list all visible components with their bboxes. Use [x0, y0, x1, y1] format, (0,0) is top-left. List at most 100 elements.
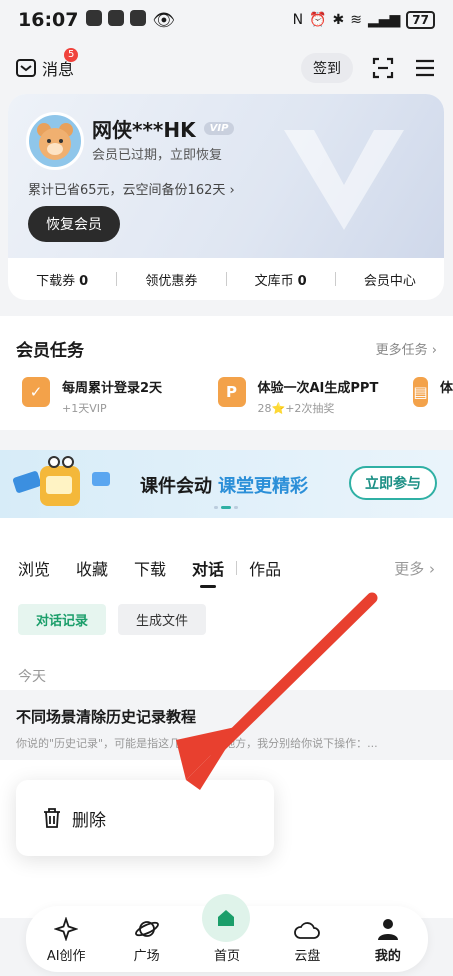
app-notification-icon	[130, 9, 147, 26]
status-time: 16:07	[18, 9, 79, 31]
carousel-indicator	[214, 506, 238, 509]
savings-summary[interactable]: 累计已省65元，云空间备份162天 ›	[28, 179, 235, 198]
bottom-nav: AI创作 广场 首页 云盘 我的	[26, 894, 428, 972]
ppt-icon: P	[217, 377, 246, 407]
tab-conversations[interactable]: 对话	[192, 556, 224, 588]
home-icon	[218, 910, 234, 926]
vip-tag: VIP	[203, 122, 235, 135]
menu-button[interactable]	[413, 56, 437, 80]
more-tasks-link[interactable]: 更多任务 ›	[376, 339, 437, 358]
status-bar: 16:07 👁 N ⏰ ✱ ≋ ▂▄▆ 77	[0, 0, 453, 40]
nav-cloud[interactable]: 云盘	[267, 919, 347, 964]
nav-plaza[interactable]: 广场	[106, 917, 186, 964]
tab-works[interactable]: 作品	[249, 556, 281, 580]
top-bar: 消息 5 签到	[0, 48, 453, 88]
nav-home[interactable]: 首页	[187, 894, 267, 964]
tab-downloads[interactable]: 下载	[134, 556, 166, 580]
join-now-button[interactable]: 立即参与	[349, 466, 437, 500]
history-tabs: 浏览 收藏 下载 对话 作品 更多 ›	[0, 518, 453, 588]
download-voucher-value: 0	[79, 273, 89, 289]
battery-icon: 77	[406, 11, 435, 29]
record-title: 不同场景清除历史记录教程	[16, 708, 197, 726]
record-snippet: 你说的"历史记录"，可能是指这几个不同的地方，我分别给你说下操作：...	[16, 737, 378, 750]
status-indicators: N ⏰ ✱ ≋ ▂▄▆ 77	[293, 11, 435, 29]
download-voucher-label: 下载券	[36, 273, 76, 289]
avatar[interactable]	[26, 112, 84, 170]
vip-watermark-icon	[284, 130, 404, 230]
banner-text-main: 课件会动	[140, 476, 212, 497]
history-section: 浏览 收藏 下载 对话 作品 更多 › 对话记录 生成文件	[0, 518, 453, 688]
scan-button[interactable]	[371, 56, 395, 80]
vip-card-header[interactable]: 网侠***HK VIP 会员已过期，立即恢复 累计已省65元，云空间备份162天…	[8, 94, 444, 258]
library-coin[interactable]: 文库币 0	[227, 270, 335, 289]
tab-favorites[interactable]: 收藏	[76, 556, 108, 580]
divider	[236, 561, 238, 575]
app-notification-icon	[108, 9, 125, 26]
alarm-icon: ⏰	[309, 12, 327, 28]
task-name: 体	[439, 381, 453, 396]
status-app-icons: 👁	[86, 9, 176, 31]
task-reward: 28⭐+2次抽奖	[257, 402, 335, 415]
banner-text: 课件会动 课堂更精彩	[140, 472, 308, 498]
promo-banner[interactable]: 课件会动 课堂更精彩 立即参与	[0, 450, 453, 518]
library-coin-value: 0	[297, 273, 307, 289]
carousel-dot-active	[221, 506, 231, 509]
task-item[interactable]: ▤ 体	[413, 377, 453, 416]
chip-chat-records[interactable]: 对话记录	[18, 604, 107, 635]
checkin-button[interactable]: 签到	[301, 53, 353, 83]
sparkle-icon	[54, 917, 79, 941]
mail-icon	[16, 59, 36, 77]
nav-label: 云盘	[294, 949, 321, 964]
username: 网侠***HK VIP	[92, 114, 235, 143]
nav-label: 首页	[214, 949, 241, 964]
app-notification-icon	[86, 9, 103, 26]
member-tasks-section: 会员任务 更多任务 › ✓ 每周累计登录2天 +1天VIP P 体验一次AI生成P…	[0, 316, 453, 430]
cloud-icon	[294, 922, 321, 939]
calendar-icon: ✓	[22, 377, 50, 407]
task-item[interactable]: P 体验一次AI生成PPT 28⭐+2次抽奖	[217, 377, 388, 416]
planet-icon	[134, 921, 159, 937]
library-coin-label: 文库币	[254, 273, 294, 289]
coupon-link[interactable]: 领优惠券	[117, 270, 225, 289]
wifi-icon: ≋	[350, 12, 362, 28]
document-icon: ▤	[413, 377, 428, 407]
chip-generated-files[interactable]: 生成文件	[118, 604, 207, 635]
trash-icon	[44, 808, 60, 828]
nav-mine[interactable]: 我的	[348, 917, 428, 964]
carousel-dot	[214, 506, 218, 509]
delete-menu-item[interactable]: 删除	[72, 806, 106, 831]
carousel-dot	[234, 506, 238, 509]
list-item[interactable]: 不同场景清除历史记录教程 你说的"历史记录"，可能是指这几个不同的地方，我分别给…	[0, 690, 453, 760]
messages-button[interactable]: 消息 5	[16, 48, 79, 80]
task-name: 每周累计登录2天	[62, 381, 163, 396]
task-reward: +1天VIP	[62, 402, 107, 415]
context-menu: 删除	[16, 780, 274, 856]
username-text: 网侠***HK	[92, 118, 196, 142]
nfc-icon: N	[292, 12, 304, 28]
menu-icon	[416, 59, 434, 77]
tabs-more-link[interactable]: 更多 ›	[394, 558, 435, 579]
renew-membership-button[interactable]: 恢复会员	[28, 206, 120, 242]
nav-label: 广场	[133, 949, 160, 964]
tv-mascot-icon	[12, 456, 110, 506]
task-name: 体验一次AI生成PPT	[257, 381, 379, 396]
bear-avatar-icon	[37, 123, 73, 160]
download-voucher[interactable]: 下载券 0	[8, 270, 116, 289]
membership-status[interactable]: 会员已过期，立即恢复	[92, 144, 222, 163]
member-center-link[interactable]: 会员中心	[336, 270, 444, 289]
user-icon	[377, 919, 398, 940]
messages-badge: 5	[64, 48, 79, 62]
tab-browse[interactable]: 浏览	[18, 556, 50, 580]
home-bubble	[202, 894, 250, 942]
task-item[interactable]: ✓ 每周累计登录2天 +1天VIP	[22, 377, 192, 416]
eye-icon: 👁	[152, 9, 176, 31]
nav-ai-create[interactable]: AI创作	[26, 917, 106, 964]
scan-icon	[372, 57, 394, 79]
conversation-filter: 对话记录 生成文件	[0, 580, 453, 635]
signal-icon: ▂▄▆	[367, 12, 401, 28]
banner-text-highlight: 课堂更精彩	[218, 476, 308, 497]
vip-card: 网侠***HK VIP 会员已过期，立即恢复 累计已省65元，云空间备份162天…	[8, 94, 444, 300]
section-title: 会员任务	[16, 341, 84, 361]
mute-icon: ✱	[332, 12, 345, 28]
nav-label: 我的	[374, 949, 401, 964]
